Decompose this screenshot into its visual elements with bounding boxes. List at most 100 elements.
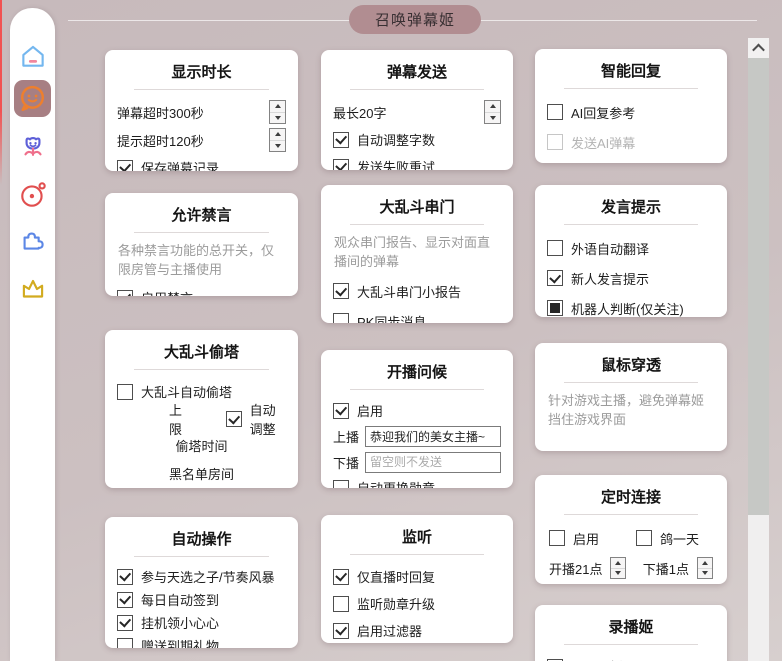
chevron-up-icon [752,43,765,56]
start-hour-stepper[interactable] [610,557,627,579]
medal-upgrade-checkbox-row[interactable]: 监听勋章升级 [333,590,501,617]
stream-end-input[interactable] [365,451,501,473]
newcomer-tip-checkbox-row[interactable]: 新人发言提示 [547,263,715,293]
original-quality-record-checkbox-row[interactable]: 原画录播 [547,653,715,661]
checkbox[interactable] [549,530,565,546]
auto-translate-checkbox-row[interactable]: 外语自动翻译 [547,233,715,263]
spinner-down-button[interactable] [698,568,712,578]
timer-enable-checkbox-row[interactable]: 启用 [549,529,599,548]
card-listen: 监听 仅直播时回复 监听勋章升级 启用过滤器 [321,515,513,643]
checkbox[interactable] [117,568,133,585]
reply-only-live-checkbox-row[interactable]: 仅直播时回复 [333,563,501,590]
spinner-down-button[interactable] [485,112,500,123]
timer-enable-row: 启用 鸽一天 [547,523,715,553]
enable-filter-checkbox-row[interactable]: 启用过滤器 [333,617,501,643]
card-danmaku-send: 弹幕发送 最长20字 自动调整字数 发送失败重试 [321,50,513,170]
danmaku-timeout-stepper[interactable] [269,100,286,124]
summon-danmaku-button[interactable]: 召唤弹幕姬 [349,5,481,34]
card-speech-tips: 发言提示 外语自动翻译 新人发言提示 机器人判断(仅关注) [535,185,727,317]
limit-row: 上限 自动调整 [117,403,286,437]
enable-greeting-checkbox-row[interactable]: 启用 [333,398,501,423]
checkbox[interactable] [117,159,133,171]
stream-end-field-row: 下播 [333,449,501,475]
spinner-down-button[interactable] [270,112,285,123]
sidebar-item-plugin[interactable] [18,227,48,257]
checkbox[interactable] [333,158,349,170]
checkbox[interactable] [547,300,563,316]
spinner-up-button[interactable] [270,129,285,141]
pk-sync-checkbox-row[interactable]: PK同步消息 [333,306,501,323]
checkbox[interactable] [117,614,133,631]
checkbox[interactable] [333,568,349,585]
checkbox[interactable] [333,283,349,299]
scroll-track[interactable] [748,58,769,661]
lottery-storm-checkbox-row[interactable]: 参与天选之子/节奏风暴 [117,565,286,588]
mute-description: 各种禁言功能的总开关，仅限房管与主播使用 [118,243,275,277]
card-title: 鼠标穿透 [563,354,699,383]
ai-reply-ref-checkbox-row[interactable]: AI回复参考 [547,97,715,127]
skip-day-checkbox-row[interactable]: 鸽一天 [635,529,699,548]
checkbox [547,134,563,150]
gift-expiring-checkbox-row[interactable]: 赠送到期礼物 [117,634,286,648]
auto-adjust-checkbox-row[interactable]: 自动调整 [225,400,286,438]
checkbox[interactable] [547,270,563,286]
end-hour-stepper[interactable] [697,557,713,579]
spinner-up-button[interactable] [485,101,500,113]
card-display-duration: 显示时长 弹幕超时300秒 提示超时120秒 保存弹幕记录 [105,50,298,171]
card-title: 智能回复 [563,60,699,89]
puzzle-icon [18,227,48,257]
max-length-row: 最长20字 [333,98,501,126]
auto-adjust-length-checkbox-row[interactable]: 自动调整字数 [333,126,501,153]
checkbox[interactable] [333,622,349,639]
tip-timeout-stepper[interactable] [269,128,286,152]
spinner-down-button[interactable] [611,568,626,578]
visit-report-checkbox-row[interactable]: 大乱斗串门小报告 [333,276,501,306]
scrollbar[interactable] [748,38,769,661]
enable-mute-checkbox-row[interactable]: 启用禁言 [117,284,286,296]
checkbox[interactable] [333,595,349,612]
stream-start-input[interactable] [365,425,501,447]
sidebar-item-danmaku-selected[interactable] [14,80,51,117]
checkbox[interactable] [117,637,133,648]
card-recorder: 录播姬 原画录播 [535,605,727,661]
mouse-through-description: 针对游戏主播，避免弹幕姬挡住游戏界面 [548,393,705,427]
checkbox[interactable] [117,383,133,400]
spinner-up-button[interactable] [611,558,626,569]
idle-hearts-checkbox-row[interactable]: 挂机领小心心 [117,611,286,634]
scroll-up-button[interactable] [748,38,769,58]
checkbox[interactable] [547,240,563,256]
card-title: 定时连接 [563,486,699,515]
sidebar-item-home[interactable] [18,41,48,71]
spinner-up-button[interactable] [270,101,285,113]
card-title: 监听 [349,526,485,555]
card-title: 大乱斗串门 [349,196,485,225]
start-hour-label: 开播21点 [549,561,603,577]
checkbox[interactable] [117,591,133,608]
stream-start-field-row: 上播 [333,423,501,449]
retry-on-fail-checkbox-row[interactable]: 发送失败重试 [333,153,501,170]
max-length-stepper[interactable] [484,100,501,124]
checkbox[interactable] [333,479,349,488]
checkbox[interactable] [333,131,349,148]
save-danmaku-log-checkbox-row[interactable]: 保存弹幕记录 [117,154,286,171]
checkbox[interactable] [333,313,349,323]
scroll-thumb[interactable] [748,58,769,515]
sidebar-item-flower[interactable] [18,134,48,164]
auto-change-medal-checkbox-row[interactable]: 自动更换勋章 [333,475,501,488]
checkbox[interactable] [117,289,133,296]
spinner-up-button[interactable] [698,558,712,569]
card-title: 开播问候 [349,361,485,390]
bot-detect-checkbox-row[interactable]: 机器人判断(仅关注) [547,293,715,317]
card-title: 发言提示 [563,196,699,225]
left-edge-accent [0,0,2,185]
daily-signin-checkbox-row[interactable]: 每日自动签到 [117,588,286,611]
sidebar-item-record[interactable] [18,180,48,210]
spinner-down-button[interactable] [270,140,285,151]
checkbox[interactable] [225,411,242,427]
checkbox[interactable] [635,530,652,546]
checkbox[interactable] [333,402,349,419]
timer-hours-row: 开播21点 下播1点 [547,553,715,583]
blacklist-room-link[interactable]: 黑名单房间 [117,461,286,488]
checkbox[interactable] [547,104,563,120]
sidebar-item-vip[interactable] [18,274,48,304]
